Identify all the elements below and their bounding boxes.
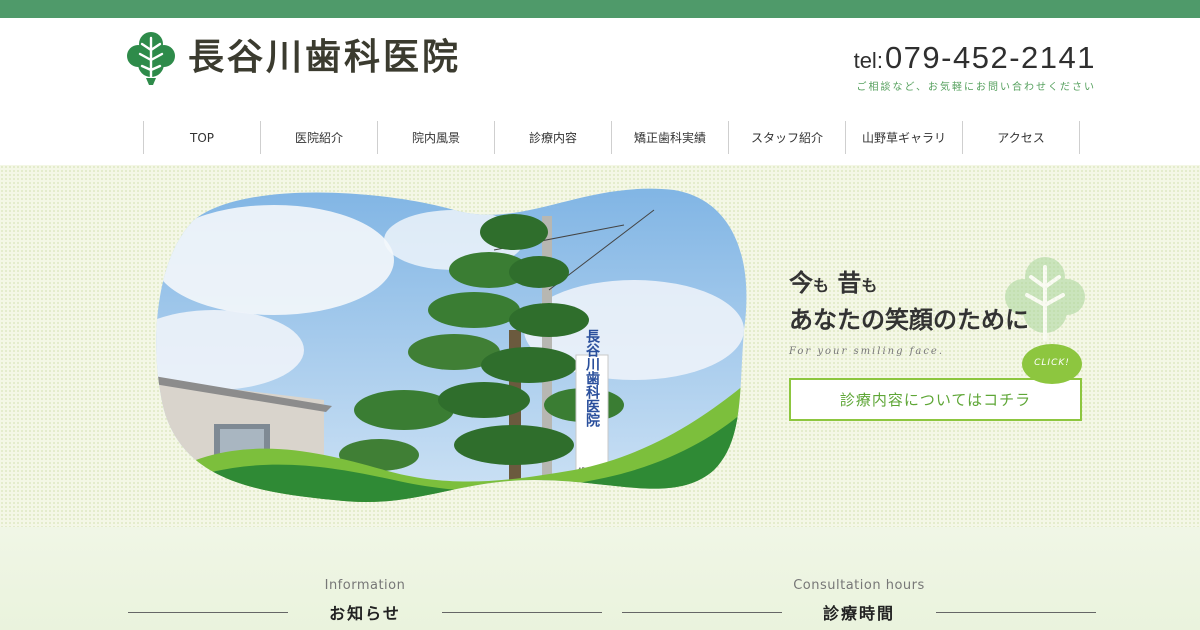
tel-number[interactable]: 079-452-2141 xyxy=(885,40,1096,76)
heading-rule-right xyxy=(442,612,602,613)
tree-leaf-icon xyxy=(127,32,175,85)
click-label: CLICK! xyxy=(1034,358,1070,368)
heading-rule-right xyxy=(936,612,1096,613)
tagline-line2: あなたの笑顔のために xyxy=(789,306,1029,335)
sign-char: 長谷川歯科医院 xyxy=(584,329,601,428)
section-heading-hours: Consultation hours 診療時間 xyxy=(622,578,1096,628)
tagline-mo-2: も xyxy=(861,276,878,295)
tagline-mo-1: も xyxy=(813,276,830,295)
tel-note: ご相談など、お気軽にお問い合わせください xyxy=(856,82,1096,93)
tagline-now: 今 xyxy=(789,269,813,297)
nav-item-orthodontics[interactable]: 矯正歯科実績 xyxy=(612,121,729,154)
click-badge[interactable]: CLICK! xyxy=(1022,344,1082,386)
nav-item-about[interactable]: 医院紹介 xyxy=(261,121,378,154)
tel-prefix: tel: xyxy=(853,48,883,73)
section-en-hours: Consultation hours xyxy=(793,578,925,593)
phone-block: tel: 079-452-2141 ご相談など、お気軽にお問い合わせください xyxy=(854,40,1096,93)
nav-item-interior[interactable]: 院内風景 xyxy=(378,121,495,154)
nav-item-gallery[interactable]: 山野草ギャラリ xyxy=(846,121,963,154)
clinic-name: 長谷川歯科医院 xyxy=(188,37,462,78)
tagline-past: 昔 xyxy=(837,269,862,297)
hero-photo: 長谷川歯科医院 452-2141 xyxy=(156,188,747,503)
nav-item-access[interactable]: アクセス xyxy=(963,121,1080,154)
top-accent-bar xyxy=(0,0,1200,18)
section-en-information: Information xyxy=(324,578,406,593)
site-logo[interactable]: 長谷川歯科医院 xyxy=(126,30,461,86)
section-heading-information: Information お知らせ xyxy=(128,578,602,628)
hero-tagline: 今も 昔も あなたの笑顔のために For your smiling face. xyxy=(789,268,1029,357)
global-nav: TOP 医院紹介 院内風景 診療内容 矯正歯科実績 スタッフ紹介 山野草ギャラリ… xyxy=(143,121,1080,154)
tagline-english: For your smiling face. xyxy=(789,346,945,358)
nav-item-staff[interactable]: スタッフ紹介 xyxy=(729,121,846,154)
nav-item-treatment[interactable]: 診療内容 xyxy=(495,121,612,154)
nav-item-top[interactable]: TOP xyxy=(144,121,261,154)
